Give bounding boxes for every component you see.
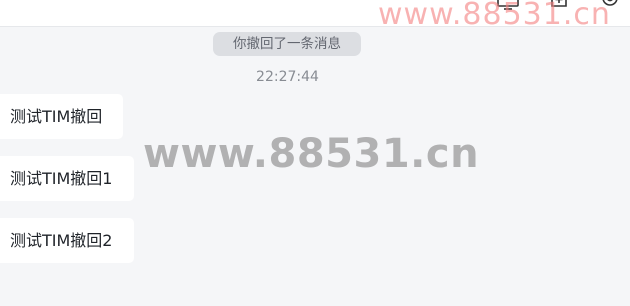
watermark-center: www.88531.cn bbox=[143, 131, 480, 177]
message-bubble[interactable]: 测试TIM撤回1 bbox=[0, 156, 134, 201]
recall-notice: 你撤回了一条消息 bbox=[213, 32, 361, 56]
watermark-corner: www.88531.cn bbox=[378, 0, 611, 32]
message-bubble[interactable]: 测试TIM撤回 bbox=[0, 94, 123, 139]
message-bubble[interactable]: 测试TIM撤回2 bbox=[0, 218, 134, 263]
message-timestamp: 22:27:44 bbox=[256, 69, 319, 85]
